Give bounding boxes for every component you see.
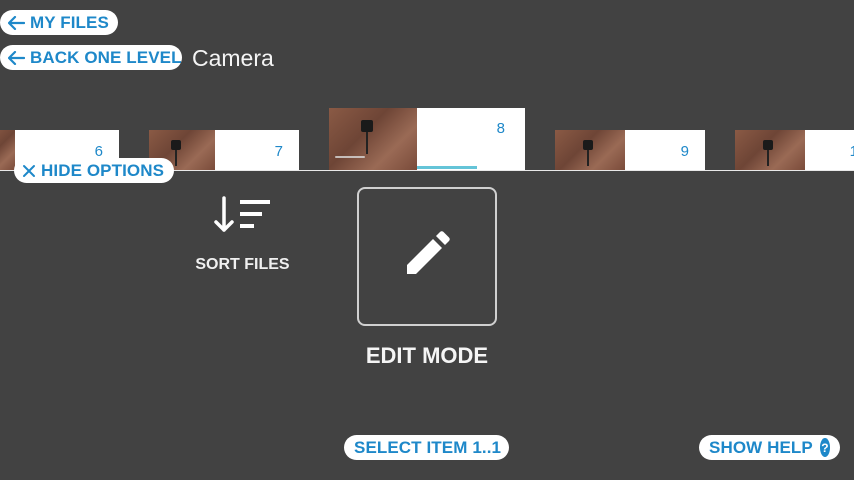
question-icon: ? bbox=[819, 438, 830, 457]
sort-files-button[interactable]: SORT FILES bbox=[185, 195, 300, 274]
thumbnail-image bbox=[0, 130, 15, 170]
thumbnail-item-selected[interactable]: 8 bbox=[329, 108, 525, 170]
edit-mode-label: EDIT MODE bbox=[365, 343, 489, 368]
thumbnail-number: 9 bbox=[680, 143, 689, 160]
thumbnail-number: 8 bbox=[496, 120, 505, 137]
sort-files-label: SORT FILES bbox=[195, 256, 290, 273]
select-item-label: SELECT ITEM 1..1 bbox=[354, 437, 502, 457]
hide-options-label: HIDE OPTIONS bbox=[41, 160, 165, 180]
thumbnail-image bbox=[329, 108, 417, 170]
thumbnail-number: 7 bbox=[274, 143, 283, 160]
pencil-icon bbox=[403, 230, 451, 283]
back-one-level-button[interactable]: BACK ONE LEVEL bbox=[0, 45, 182, 70]
edit-mode-button[interactable] bbox=[357, 187, 497, 326]
folder-title: Camera bbox=[192, 45, 274, 71]
thumbnail-accent bbox=[417, 166, 477, 169]
close-icon bbox=[22, 164, 36, 178]
arrow-left-icon bbox=[8, 50, 25, 65]
thumbnail-image bbox=[735, 130, 805, 170]
thumbnail-item[interactable]: 1 bbox=[735, 130, 854, 170]
show-help-label: SHOW HELP bbox=[709, 437, 813, 457]
select-item-button[interactable]: SELECT ITEM 1..1 bbox=[344, 435, 509, 460]
show-help-button[interactable]: SHOW HELP ? bbox=[699, 435, 840, 460]
arrow-left-icon bbox=[8, 15, 25, 30]
thumbnail-number: 1 bbox=[849, 143, 854, 160]
my-files-button[interactable]: MY FILES bbox=[0, 10, 118, 35]
hide-options-button[interactable]: HIDE OPTIONS bbox=[14, 158, 174, 183]
sort-icon bbox=[212, 195, 274, 240]
thumbnail-item[interactable]: 9 bbox=[555, 130, 705, 170]
my-files-label: MY FILES bbox=[30, 12, 109, 32]
thumbnail-image bbox=[555, 130, 625, 170]
back-one-level-label: BACK ONE LEVEL bbox=[30, 47, 182, 67]
